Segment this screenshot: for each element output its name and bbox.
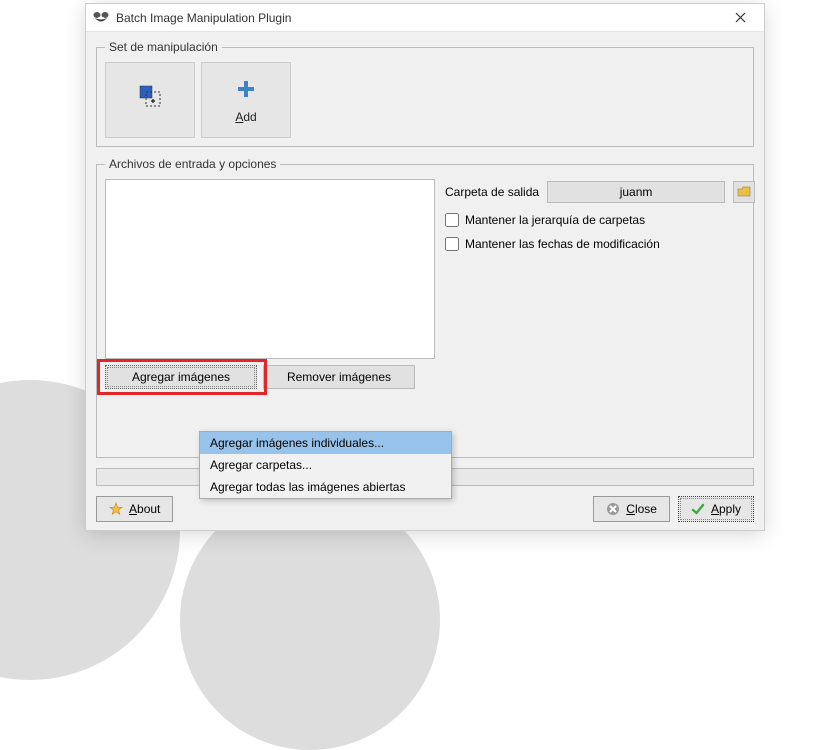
io-section: Carpeta de salida juanm Mantener la jera… — [105, 179, 745, 389]
bottom-button-row: About Close Apply — [96, 496, 754, 522]
cancel-x-icon — [606, 502, 620, 516]
file-list-pane[interactable] — [105, 179, 435, 359]
app-icon — [92, 9, 110, 27]
about-label: About — [129, 502, 160, 516]
selection-tool-button[interactable] — [105, 62, 195, 138]
browse-folder-button[interactable] — [733, 181, 755, 203]
output-folder-button[interactable]: juanm — [547, 181, 725, 203]
add-images-button[interactable]: Agregar imágenes — [105, 365, 257, 389]
keep-dates-checkbox-row[interactable]: Mantener las fechas de modificación — [445, 237, 745, 251]
keep-hierarchy-checkbox[interactable] — [445, 213, 459, 227]
about-button[interactable]: About — [96, 496, 173, 522]
close-button[interactable]: Close — [593, 496, 670, 522]
window-close-button[interactable] — [722, 4, 758, 31]
close-label: Close — [626, 502, 657, 516]
plus-icon — [233, 76, 259, 102]
keep-dates-label: Mantener las fechas de modificación — [465, 237, 660, 251]
star-icon — [109, 502, 123, 516]
output-folder-label: Carpeta de salida — [445, 185, 539, 199]
keep-hierarchy-label: Mantener la jerarquía de carpetas — [465, 213, 645, 227]
close-icon — [735, 12, 746, 23]
right-button-group: Close Apply — [593, 496, 754, 522]
apply-label: Apply — [711, 502, 741, 516]
add-remove-row: Agregar imágenes Remover imágenes — [105, 365, 745, 389]
titlebar: Batch Image Manipulation Plugin — [86, 4, 764, 32]
menu-add-folders[interactable]: Agregar carpetas... — [200, 454, 451, 476]
output-folder-row: Carpeta de salida juanm — [445, 181, 745, 203]
input-files-group: Archivos de entrada y opciones Carpeta d… — [96, 157, 754, 458]
add-tool-button[interactable]: Add — [201, 62, 291, 138]
options-pane: Carpeta de salida juanm Mantener la jera… — [445, 179, 745, 359]
manipulation-set-legend: Set de manipulación — [105, 40, 222, 54]
menu-add-all-open[interactable]: Agregar todas las imágenes abiertas — [200, 476, 451, 498]
folder-icon — [737, 185, 751, 199]
add-tool-label: Add — [235, 110, 256, 124]
menu-add-individual[interactable]: Agregar imágenes individuales... — [200, 432, 451, 454]
toolbar-row: Add — [105, 62, 745, 138]
apply-button[interactable]: Apply — [678, 496, 754, 522]
check-icon — [691, 502, 705, 516]
keep-dates-checkbox[interactable] — [445, 237, 459, 251]
selection-icon — [137, 83, 163, 109]
io-top-row: Carpeta de salida juanm Mantener la jera… — [105, 179, 745, 359]
remove-images-button[interactable]: Remover imágenes — [263, 365, 415, 389]
add-images-context-menu: Agregar imágenes individuales... Agregar… — [199, 431, 452, 499]
keep-hierarchy-checkbox-row[interactable]: Mantener la jerarquía de carpetas — [445, 213, 745, 227]
window-title: Batch Image Manipulation Plugin — [116, 11, 722, 25]
manipulation-set-group: Set de manipulación — [96, 40, 754, 147]
input-files-legend: Archivos de entrada y opciones — [105, 157, 280, 171]
